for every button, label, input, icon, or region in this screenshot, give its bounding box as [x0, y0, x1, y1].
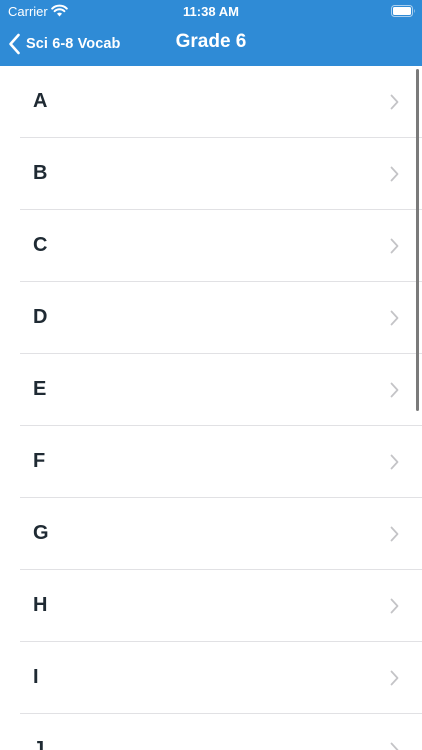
- list-item-label: B: [33, 162, 48, 184]
- chevron-right-icon: [390, 94, 399, 110]
- list-item[interactable]: D: [20, 282, 422, 354]
- chevron-right-icon: [390, 526, 399, 542]
- chevron-right-icon: [390, 742, 399, 750]
- list-item[interactable]: A: [20, 66, 422, 138]
- list-item[interactable]: H: [20, 570, 422, 642]
- list-item[interactable]: C: [20, 210, 422, 282]
- page-title: Grade 6: [175, 31, 247, 52]
- chevron-right-icon: [390, 310, 399, 326]
- list-item-label: H: [33, 594, 48, 616]
- status-bar: Carrier 11:38 AM: [0, 0, 422, 22]
- navigation-bar: Sci 6-8 Vocab Grade 6: [0, 22, 422, 66]
- list-item-label: C: [33, 234, 48, 256]
- clock: 11:38 AM: [183, 4, 239, 19]
- chevron-right-icon: [390, 598, 399, 614]
- list-item-label: D: [33, 306, 48, 328]
- list-item[interactable]: G: [20, 498, 422, 570]
- list-item[interactable]: I: [20, 642, 422, 714]
- letter-list[interactable]: A B C D E F G H I J: [0, 66, 422, 750]
- list-item[interactable]: F: [20, 426, 422, 498]
- chevron-right-icon: [390, 238, 399, 254]
- scroll-indicator[interactable]: [416, 69, 419, 411]
- list-item-label: A: [33, 90, 48, 112]
- list-item-label: G: [33, 522, 49, 544]
- chevron-right-icon: [390, 166, 399, 182]
- list-item-label: E: [33, 378, 47, 400]
- chevron-right-icon: [390, 382, 399, 398]
- battery-icon: [391, 5, 415, 17]
- chevron-right-icon: [390, 670, 399, 686]
- list-item[interactable]: J: [20, 714, 422, 750]
- chevron-right-icon: [390, 454, 399, 470]
- list-item-label: I: [33, 666, 39, 688]
- list-item-label: J: [33, 738, 45, 750]
- list-item-label: F: [33, 450, 46, 472]
- list-item[interactable]: B: [20, 138, 422, 210]
- list-item[interactable]: E: [20, 354, 422, 426]
- header: Carrier 11:38 AM Sci 6-8 Vocab Grade 6: [0, 0, 422, 66]
